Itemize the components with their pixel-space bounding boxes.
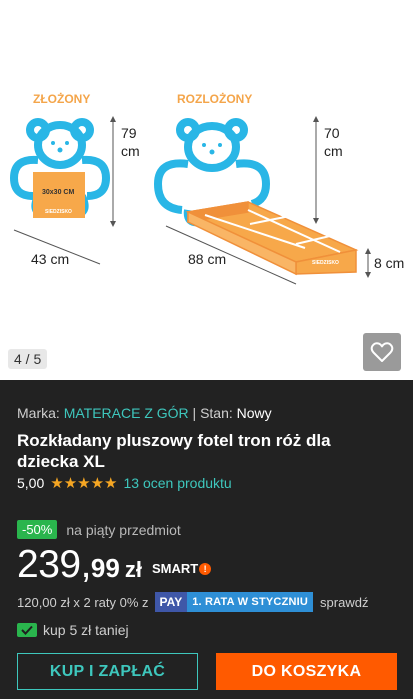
price-integer: 239, [17,543,91,586]
rating-stars-icon: ★★★★★ [50,475,118,492]
product-meta: Marka: MATERACE Z GÓR | Stan: Nowy [17,405,272,421]
discount-badge: -50% [17,520,58,539]
product-page: ZŁOŻONY ROZLOŻONY 30x30 CM SIEDZISKO 79 [0,0,413,699]
check-icon [21,625,33,635]
favorite-button[interactable] [363,333,401,371]
buy-now-button[interactable]: KUP I ZAPŁAĆ [17,653,198,690]
smart-info-icon: ! [199,562,212,575]
unfolded-height-value: 70 [324,125,340,141]
unfolded-height-unit: cm [324,143,343,159]
add-to-cart-button[interactable]: DO KOSZYKA [216,653,397,690]
pay-logo: PAY [154,592,188,612]
price-currency: zł [124,557,142,582]
mattress-thickness-value: 8 cm [374,255,404,271]
smart-label: SMART [151,561,199,576]
product-info-panel: Marka: MATERACE Z GÓR | Stan: Nowy Rozkł… [0,380,413,699]
installments-row: 120,00 zł x 2 raty 0% z PAY 1. RATA W ST… [17,592,368,612]
promo-row: -50% na piąty przedmiot [17,520,181,539]
price-decimal: 99 [90,553,120,583]
rating-score: 5,00 [17,475,45,491]
installments-text: 120,00 zł x 2 raty 0% z [17,594,149,610]
mattress-label: SIEDZISKO [312,260,339,266]
smart-badge[interactable]: SMART ! [151,561,212,576]
teddy-unfolded-face [202,143,222,155]
price: 239, 99 zł SMART ! [17,543,212,587]
installments-check-link[interactable]: sprawdź [320,595,368,610]
heart-outline-icon [370,342,394,362]
action-bar: KUP I ZAPŁAĆ DO KOSZYKA [0,648,413,699]
condition-value: Nowy [236,405,272,421]
folded-label: ZŁOŻONY [33,91,90,106]
folded-width-value: 43 cm [31,251,69,267]
folded-height-value: 79 [121,125,137,141]
coupon-icon [17,623,37,637]
promo-text: na piąty przedmiot [66,521,181,538]
unfolded-length-value: 88 cm [188,251,226,267]
reviews-link[interactable]: 13 ocen produktu [124,475,232,491]
pay-badge: PAY 1. RATA W STYCZNIU [154,592,314,612]
condition-prefix: | Stan: [188,405,237,421]
unfolded-label: ROZLOŻONY [177,91,252,106]
product-image-gallery[interactable]: ZŁOŻONY ROZLOŻONY 30x30 CM SIEDZISKO 79 [0,0,413,380]
product-rating[interactable]: 5,00 ★★★★★ 13 ocen produktu [17,474,232,492]
pay-first-installment: 1. RATA W STYCZNIU [187,592,314,612]
seat-size-label: 30x30 CM [42,189,74,196]
coupon-row[interactable]: kup 5 zł taniej [17,622,129,638]
brand-prefix: Marka: [17,405,64,421]
folded-height-unit: cm [121,143,140,159]
product-dimensions-illustration: ZŁOŻONY ROZLOŻONY 30x30 CM SIEDZISKO 79 [10,91,404,285]
teddy-folded-face [51,141,69,153]
brand-link[interactable]: MATERACE Z GÓR [64,405,189,421]
image-counter: 4 / 5 [8,349,48,369]
coupon-text: kup 5 zł taniej [43,622,129,638]
product-title: Rozkładany pluszowy fotel tron róż dla d… [17,431,331,471]
seat-label: SIEDZISKO [45,209,72,215]
